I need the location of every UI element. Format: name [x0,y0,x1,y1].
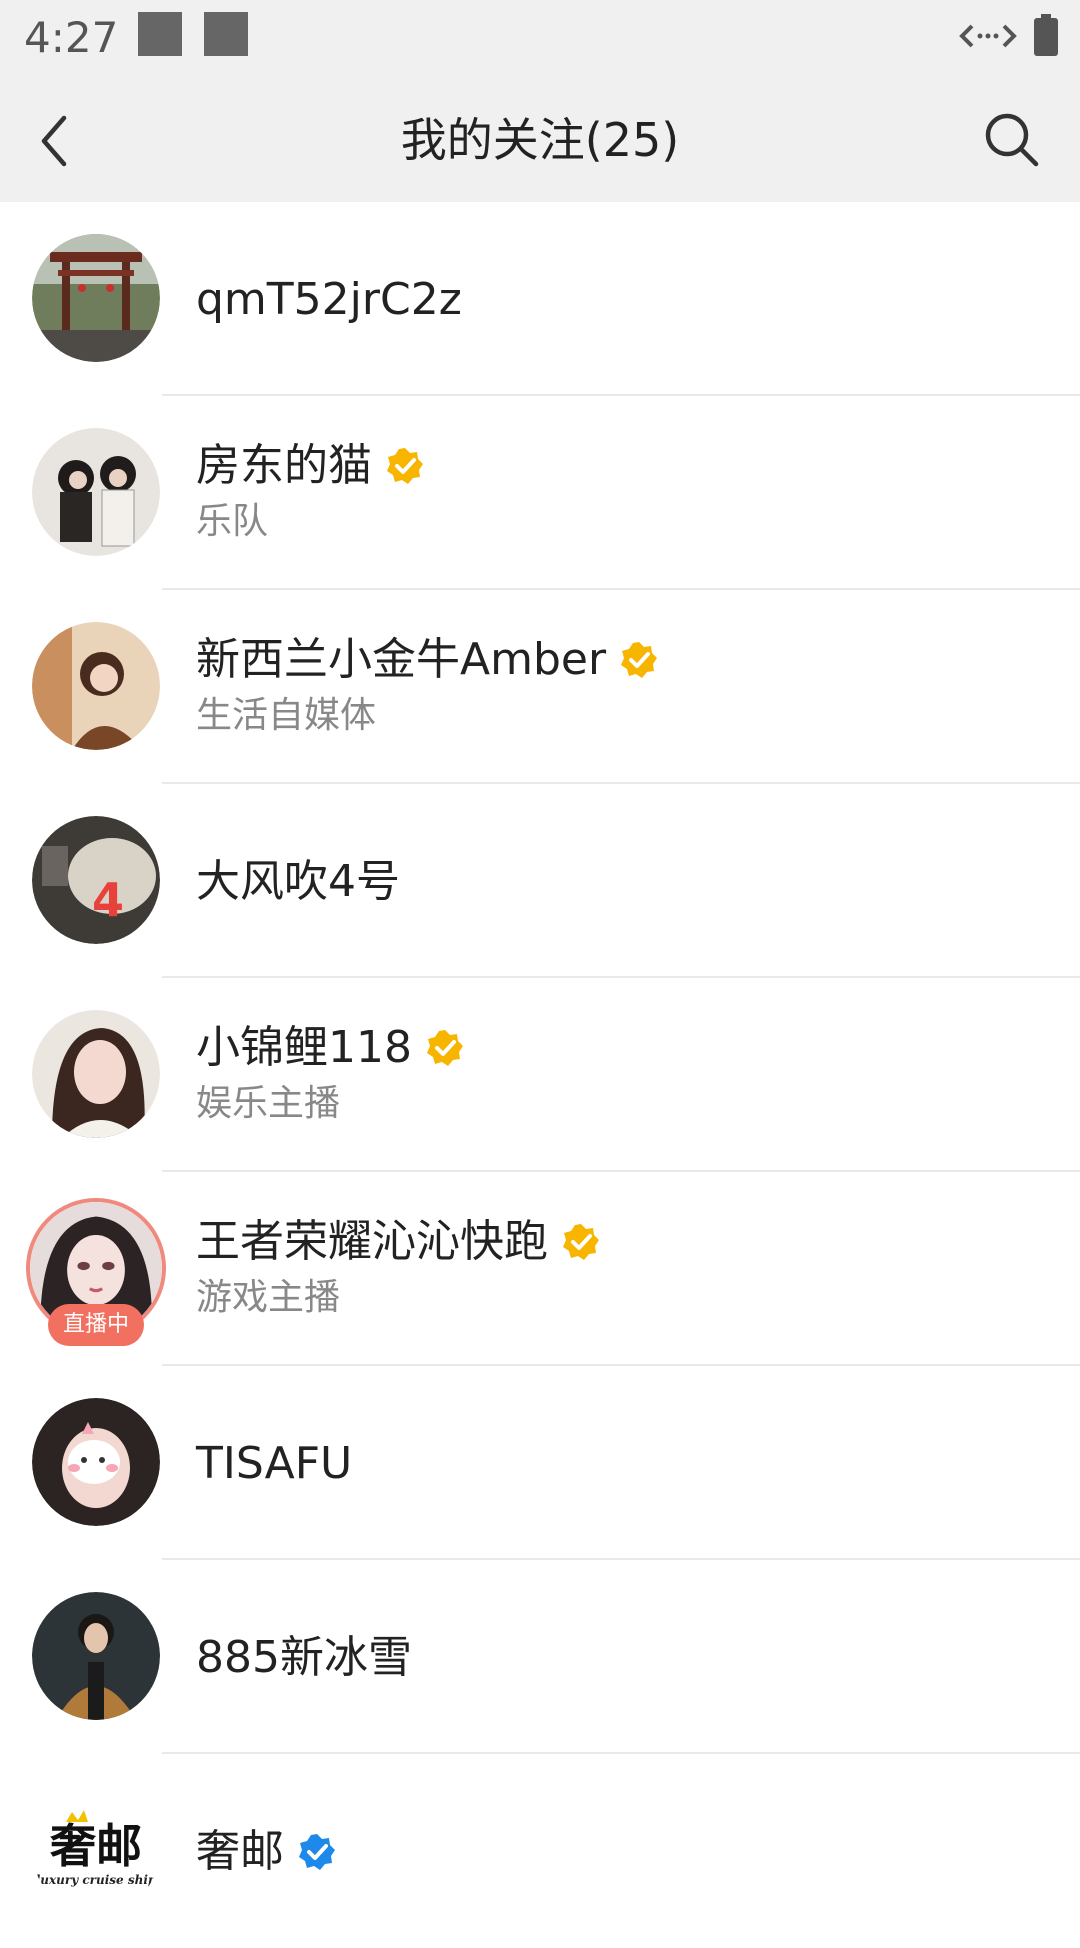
name-line: TISAFU [196,1438,352,1490]
notification-square-icon [138,12,182,56]
verified-badge-icon [426,1030,463,1066]
back-button[interactable] [30,106,100,176]
user-subtitle: 娱乐主播 [196,1083,341,1124]
list-item[interactable]: 房东的猫 乐队 [0,396,1080,590]
verified-badge-icon [621,642,658,678]
user-name: 王者荣耀沁沁快跑 [196,1216,548,1267]
name-line: 奢邮 [196,1826,336,1878]
search-button[interactable] [980,108,1044,172]
avatar[interactable] [32,234,160,362]
user-name: TISAFU [196,1438,353,1489]
user-name: 奢邮 [196,1826,284,1877]
user-name: 885新冰雪 [196,1632,412,1683]
follow-list: qmT52jrC2z 房东的猫 乐队 新西兰小金牛Amber 生活自媒体 4 大… [0,202,1080,1948]
data-arrows-icon [959,24,1017,48]
user-name: 新西兰小金牛Amber [196,634,607,685]
list-item[interactable]: qmT52jrC2z [0,202,1080,396]
avatar-logo-subtext: luxury cruise ship [36,1873,157,1887]
avatar[interactable] [32,1592,160,1720]
name-line: 885新冰雪 [196,1632,412,1684]
user-name: 小锦鲤118 [196,1022,412,1073]
avatar[interactable] [32,1398,160,1526]
search-icon [985,113,1039,167]
verified-badge-icon [387,448,423,484]
page-title: 我的关注(25) [400,113,680,167]
avatar-logo-text: 奢邮 [50,1819,142,1873]
status-bar: 4:27 [0,0,1080,78]
list-item[interactable]: 奢邮 luxury cruise ship 奢邮 [0,1754,1080,1948]
avatar[interactable] [32,1010,160,1138]
avatar[interactable]: 4 [32,816,160,944]
list-item[interactable]: 直播中 王者荣耀沁沁快跑 游戏主播 [0,1172,1080,1366]
name-line: 新西兰小金牛Amber [196,634,658,686]
list-item[interactable]: 新西兰小金牛Amber 生活自媒体 [0,590,1080,784]
avatar[interactable]: 奢邮 luxury cruise ship [32,1786,160,1914]
list-item[interactable]: 4 大风吹4号 [0,784,1080,978]
verified-badge-blue-icon [299,1834,335,1870]
notification-square-icon [204,12,248,56]
user-subtitle: 乐队 [196,501,269,542]
chevron-left-icon [41,115,67,167]
name-line: 王者荣耀沁沁快跑 [196,1216,600,1268]
user-name: qmT52jrC2z [196,274,462,325]
avatar[interactable] [32,428,160,556]
list-item[interactable]: TISAFU [0,1366,1080,1560]
user-subtitle: 游戏主播 [196,1277,341,1318]
list-item[interactable]: 小锦鲤118 娱乐主播 [0,978,1080,1172]
list-item[interactable]: 885新冰雪 [0,1560,1080,1754]
live-badge: 直播中 [48,1304,144,1346]
user-subtitle: 生活自媒体 [196,695,377,736]
svg-text:4: 4 [92,873,124,927]
name-line: qmT52jrC2z [196,274,462,326]
title-bar: 我的关注(25) [0,78,1080,202]
name-line: 房东的猫 [196,440,424,492]
battery-icon [1034,14,1058,56]
name-line: 大风吹4号 [196,856,400,908]
name-line: 小锦鲤118 [196,1022,464,1074]
status-time: 4:27 [24,13,119,62]
verified-badge-icon [563,1224,599,1260]
user-name: 大风吹4号 [196,856,400,907]
avatar[interactable] [32,622,160,750]
user-name: 房东的猫 [196,440,372,491]
